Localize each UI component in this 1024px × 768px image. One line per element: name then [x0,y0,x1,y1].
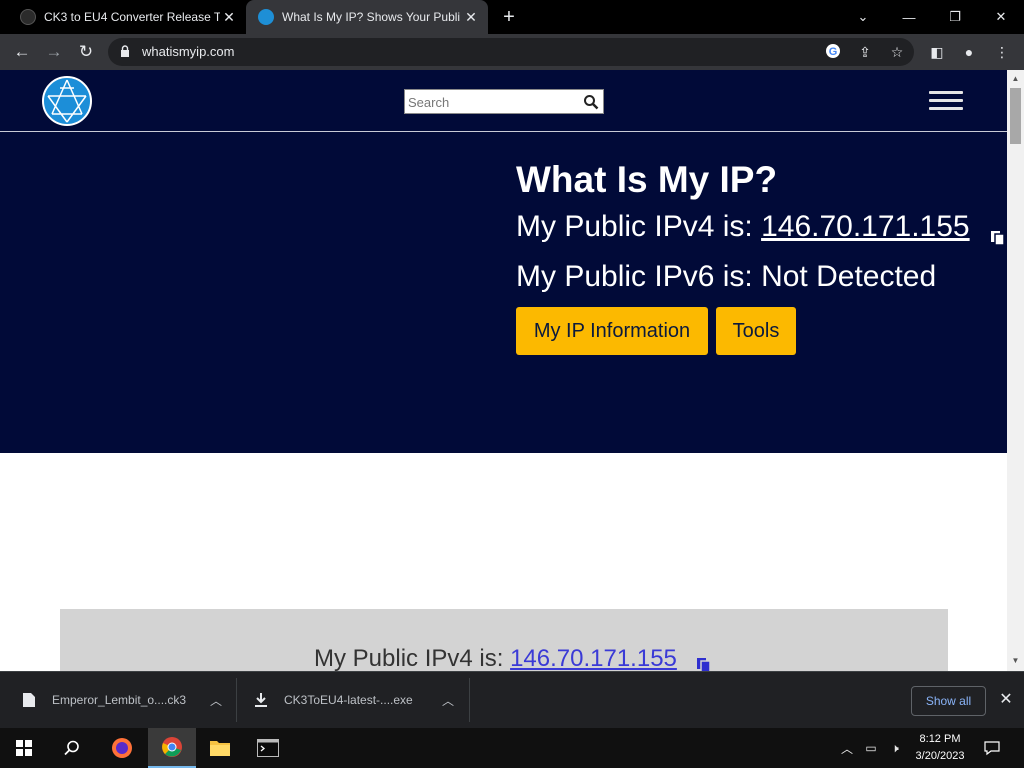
clock-time: 8:12 PM [919,733,961,745]
chevron-up-icon[interactable]: ︿ [210,692,222,709]
side-panel-icon[interactable]: ◧ [927,42,947,62]
clock-date: 3/20/2023 [915,750,965,762]
chevron-up-icon[interactable]: ︿ [442,692,454,709]
hamburger-menu-icon[interactable] [929,91,963,111]
page-scrollbar[interactable]: ▲ ▼ [1007,70,1024,671]
volume-muted-icon[interactable]: 🕨 [884,728,906,768]
new-tab-plus-icon[interactable]: + [498,6,520,28]
ipv6-label: My Public IPv6 is: [516,260,753,293]
my-ip-information-button[interactable]: My IP Information [516,307,708,355]
globe-favicon-icon [258,9,274,25]
notifications-icon[interactable] [980,728,1004,768]
forward-arrow-icon[interactable]: → [42,40,66,64]
file-icon [23,693,35,707]
tab-title: CK3 to EU4 Converter Release Th [44,10,220,24]
url-text: whatismyip.com [142,44,235,59]
download-item[interactable]: Emperor_Lembit_o....ck3 ︿ [22,678,222,722]
chrome-icon[interactable] [148,728,196,768]
tray-chevron-up-icon[interactable]: ︿ [838,728,856,768]
tab-search-chevron-icon[interactable]: ⌄ [840,0,886,34]
browser-toolbar: ← → ↻ whatismyip.com G ⇪ ☆ ◧ ● ⋮ [0,34,1024,70]
scroll-down-icon[interactable]: ▼ [1011,656,1020,665]
download-arrow-icon [255,693,267,707]
download-filename: CK3ToEU4-latest-....exe [284,693,413,707]
minimize-icon[interactable]: — [886,0,932,34]
taskbar-clock[interactable]: 8:12 PM 3/20/2023 [906,731,974,765]
bookmark-star-icon[interactable]: ☆ [888,43,906,61]
github-favicon-icon [20,9,36,25]
copy-icon[interactable] [990,220,1006,246]
scroll-up-icon[interactable]: ▲ [1011,74,1020,83]
tab-whatismyip[interactable]: What Is My IP? Shows Your Publi ✕ [246,0,488,34]
file-explorer-icon[interactable] [196,728,244,768]
page-title: What Is My IP? [516,159,778,200]
box-ipv4-label: My Public IPv4 is: [314,645,504,671]
tools-button[interactable]: Tools [716,307,796,355]
ipv4-line: My Public IPv4 is: 146.70.171.155 [516,210,1006,246]
box-ipv4-line: My Public IPv4 is: 146.70.171.155 [314,645,712,671]
site-search [404,89,604,114]
search-input[interactable] [408,93,578,111]
tab-ck3-converter[interactable]: CK3 to EU4 Converter Release Th ✕ [8,0,246,34]
download-filename: Emperor_Lembit_o....ck3 [52,693,187,707]
browser-tab-strip: CK3 to EU4 Converter Release Th ✕ What I… [0,0,1024,34]
close-tab-icon[interactable]: ✕ [220,9,238,26]
ipv4-label: My Public IPv4 is: [516,210,753,243]
search-icon[interactable] [48,728,96,768]
downloads-bar: Emperor_Lembit_o....ck3 ︿ CK3ToEU4-lates… [0,671,1024,728]
box-ipv4-link[interactable]: 146.70.171.155 [510,645,677,671]
ip-summary-box: My Public IPv4 is: 146.70.171.155 [60,609,948,671]
divider [236,678,237,722]
lock-icon [121,45,129,57]
back-arrow-icon[interactable]: ← [10,40,34,64]
terminal-icon[interactable] [244,728,292,768]
close-window-icon[interactable]: ✕ [978,0,1024,34]
ipv6-line: My Public IPv6 is: Not Detected [516,260,936,294]
hero-section: What Is My IP? My Public IPv4 is: 146.70… [0,132,1007,453]
download-item[interactable]: CK3ToEU4-latest-....exe ︿ [254,678,454,722]
scrollbar-thumb[interactable] [1010,88,1021,144]
page-viewport: What Is My IP? My Public IPv4 is: 146.70… [0,70,1024,671]
search-icon[interactable] [583,94,599,110]
svg-text:G: G [829,46,838,58]
ipv6-value: Not Detected [761,260,937,293]
windows-taskbar: ︿ ▭ 🕨 8:12 PM 3/20/2023 [0,728,1024,768]
restore-icon[interactable]: ❐ [932,0,978,34]
close-downloads-icon[interactable]: ✕ [996,690,1016,710]
tab-title: What Is My IP? Shows Your Publi [282,10,461,24]
box-copy-icon[interactable] [696,652,712,671]
profile-icon[interactable]: ● [959,42,979,62]
menu-kebab-icon[interactable]: ⋮ [992,42,1012,62]
whatismyip-globe-logo[interactable] [42,76,92,126]
network-icon[interactable]: ▭ [860,728,882,768]
reload-icon[interactable]: ↻ [74,40,98,64]
windows-start-icon[interactable] [0,728,48,768]
ipv4-link[interactable]: 146.70.171.155 [761,210,970,243]
divider [469,678,470,722]
address-bar[interactable]: whatismyip.com G ⇪ ☆ [108,38,914,66]
firefox-icon[interactable] [98,728,146,768]
site-header [0,70,1007,132]
show-all-button[interactable]: Show all [911,686,986,716]
google-lens-icon[interactable]: G [824,43,842,61]
close-tab-icon[interactable]: ✕ [462,9,480,26]
share-icon[interactable]: ⇪ [856,43,874,61]
